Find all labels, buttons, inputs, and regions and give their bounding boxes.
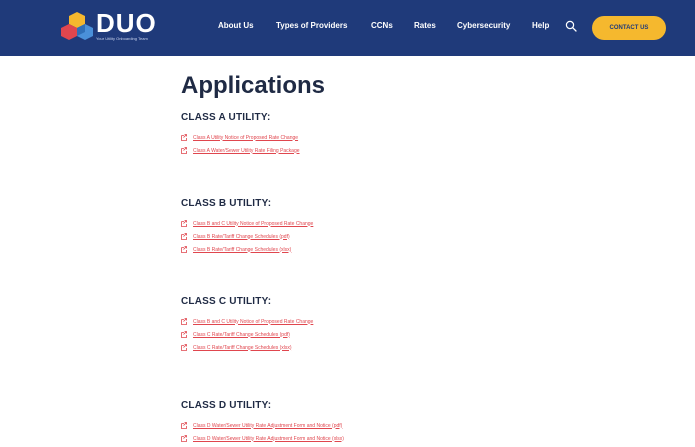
document-link-list: Class B and C Utility Notice of Proposed… — [181, 219, 313, 254]
nav-rates[interactable]: Rates — [414, 21, 436, 30]
document-link-text: Class C Rate/Tariff Change Schedules (xl… — [193, 344, 292, 351]
document-link[interactable]: Class B and C Utility Notice of Proposed… — [181, 317, 313, 326]
external-document-icon — [181, 344, 187, 351]
document-link[interactable]: Class D Water/Sewer Utility Rate Adjustm… — [181, 421, 344, 430]
document-link-list: Class B and C Utility Notice of Proposed… — [181, 317, 313, 352]
document-link-text: Class D Water/Sewer Utility Rate Adjustm… — [193, 422, 343, 429]
external-document-icon — [181, 134, 187, 141]
brand-name: DUO — [96, 8, 157, 38]
external-document-icon — [181, 246, 187, 253]
section-class-d: CLASS D UTILITY: Class D Water/Sewer Uti… — [181, 400, 344, 447]
external-document-icon — [181, 147, 187, 154]
document-link-text: Class C Rate/Tariff Change Schedules (pd… — [193, 331, 290, 338]
nav-ccns[interactable]: CCNs — [371, 21, 393, 30]
external-document-icon — [181, 435, 187, 442]
section-heading: CLASS C UTILITY: — [181, 296, 272, 307]
external-document-icon — [181, 422, 187, 429]
document-link[interactable]: Class D Water/Sewer Utility Rate Adjustm… — [181, 434, 344, 443]
document-link-text: Class B Rate/Tariff Change Schedules (pd… — [193, 233, 290, 240]
cubes-logo-icon — [61, 12, 93, 40]
nav-about-us[interactable]: About Us — [218, 21, 254, 30]
document-link-text: Class A Utility Notice of Proposed Rate … — [193, 134, 299, 141]
document-link[interactable]: Class C Rate/Tariff Change Schedules (xl… — [181, 343, 313, 352]
nav-help[interactable]: Help — [532, 21, 549, 30]
document-link-text: Class A Water/Sewer Utility Rate Filing … — [193, 147, 300, 154]
brand-tagline: Your Utility Onboarding Team — [96, 36, 148, 41]
section-class-c: CLASS C UTILITY: Class B and C Utility N… — [181, 296, 313, 356]
document-link-text: Class D Water/Sewer Utility Rate Adjustm… — [193, 435, 344, 442]
external-document-icon — [181, 331, 187, 338]
external-document-icon — [181, 220, 187, 227]
section-heading: CLASS D UTILITY: — [181, 400, 272, 411]
document-link-text: Class B Rate/Tariff Change Schedules (xl… — [193, 246, 292, 253]
duo-logo[interactable]: DUO Your Utility Onboarding Team — [60, 8, 160, 46]
document-link[interactable]: Class C Rate/Tariff Change Schedules (pd… — [181, 330, 313, 339]
document-link-list: Class D Water/Sewer Utility Rate Adjustm… — [181, 421, 344, 443]
document-link[interactable]: Class B Rate/Tariff Change Schedules (pd… — [181, 232, 313, 241]
page-title: Applications — [181, 72, 326, 99]
section-class-b: CLASS B UTILITY: Class B and C Utility N… — [181, 198, 313, 258]
contact-us-button[interactable]: CONTACT US — [592, 16, 666, 40]
document-link[interactable]: Class A Utility Notice of Proposed Rate … — [181, 133, 300, 142]
nav-types-of-providers[interactable]: Types of Providers — [276, 21, 347, 30]
document-link-text: Class B and C Utility Notice of Proposed… — [193, 318, 314, 325]
search-icon[interactable] — [565, 20, 577, 32]
section-class-a: CLASS A UTILITY: Class A Utility Notice … — [181, 112, 300, 159]
document-link[interactable]: Class A Water/Sewer Utility Rate Filing … — [181, 146, 300, 155]
section-heading: CLASS B UTILITY: — [181, 198, 272, 209]
document-link-list: Class A Utility Notice of Proposed Rate … — [181, 133, 300, 155]
document-link[interactable]: Class B and C Utility Notice of Proposed… — [181, 219, 313, 228]
document-link-text: Class B and C Utility Notice of Proposed… — [193, 220, 314, 227]
section-heading: CLASS A UTILITY: — [181, 112, 271, 123]
top-navbar: DUO Your Utility Onboarding Team About U… — [0, 0, 695, 56]
external-document-icon — [181, 318, 187, 325]
nav-cybersecurity[interactable]: Cybersecurity — [457, 21, 510, 30]
document-link[interactable]: Class B Rate/Tariff Change Schedules (xl… — [181, 245, 313, 254]
external-document-icon — [181, 233, 187, 240]
